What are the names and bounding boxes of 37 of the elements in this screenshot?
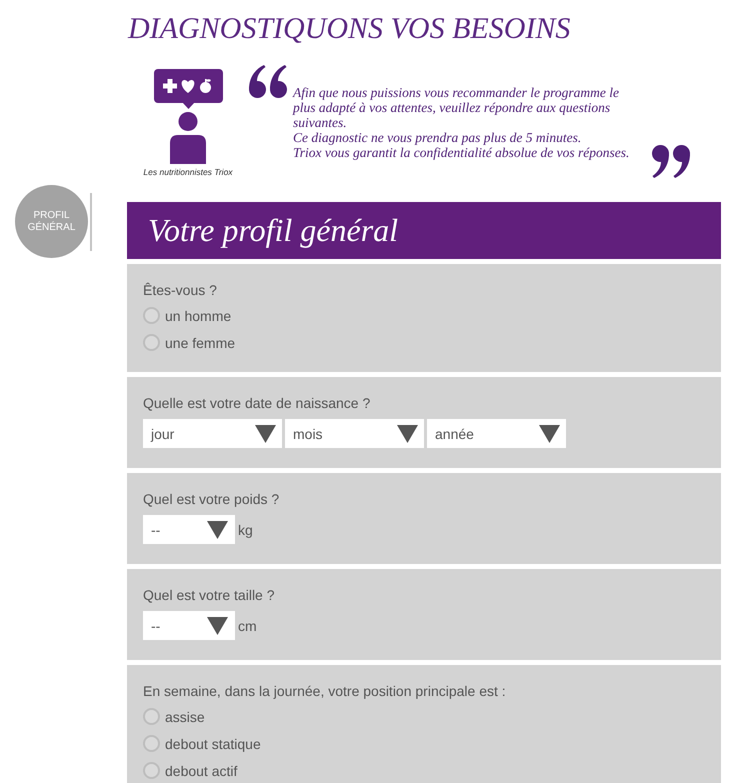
close-quote-icon	[652, 145, 690, 178]
question-label: Quel est votre poids ?	[143, 490, 280, 509]
radio-option[interactable]: debout statique	[143, 730, 261, 757]
page-title: DIAGNOSTIQUONS VOS BESOINS	[128, 11, 570, 47]
step-indicator: PROFIL GÉNÉRAL	[15, 185, 88, 258]
question-label: En semaine, dans la journée, votre position principale est :	[143, 682, 506, 701]
radio-option[interactable]: un homme	[143, 302, 232, 329]
intro-text: Ce diagnostic ne vous prendra pas plus de 5 minutes.	[293, 130, 582, 145]
radio-icon[interactable]	[143, 307, 160, 324]
question-label: Quelle est votre date de naissance ?	[143, 394, 370, 413]
unit-label: cm	[238, 618, 257, 634]
radio-option[interactable]: une femme	[143, 329, 236, 356]
dropdown[interactable]: --	[143, 515, 235, 544]
person-speech-bubble-icon	[154, 69, 222, 164]
radio-option[interactable]: debout actif	[143, 757, 238, 783]
dropdown[interactable]: jour	[143, 419, 282, 448]
question-label: Êtes-vous ?	[143, 281, 217, 300]
unit-label: kg	[238, 522, 253, 538]
caret-icon	[207, 520, 228, 538]
caption-text: Les nutritionnistes Triox	[143, 167, 233, 177]
dropdown[interactable]: --	[143, 611, 235, 640]
caret-icon	[539, 424, 560, 442]
caret-icon	[207, 616, 228, 634]
caret-icon	[397, 424, 418, 442]
intro-text: Triox vous garantit la confidentialité absolue de vos réponses.	[293, 145, 630, 160]
dropdown[interactable]: année	[427, 419, 566, 448]
dropdown[interactable]: mois	[285, 419, 424, 448]
radio-icon[interactable]	[143, 334, 160, 351]
caret-icon	[255, 424, 276, 442]
radio-option[interactable]: assise	[143, 703, 205, 730]
section-header: Votre profil général	[127, 202, 721, 259]
question-label: Quel est votre taille ?	[143, 586, 275, 605]
open-quote-icon	[249, 65, 287, 98]
radio-icon[interactable]	[143, 735, 160, 752]
intro-text: Afin que nous puissions vous recommander le programme le plus adapté à vos attentes, veuillez répondre aux questions suivantes.	[293, 85, 620, 130]
radio-icon[interactable]	[143, 762, 160, 779]
radio-icon[interactable]	[143, 708, 160, 725]
